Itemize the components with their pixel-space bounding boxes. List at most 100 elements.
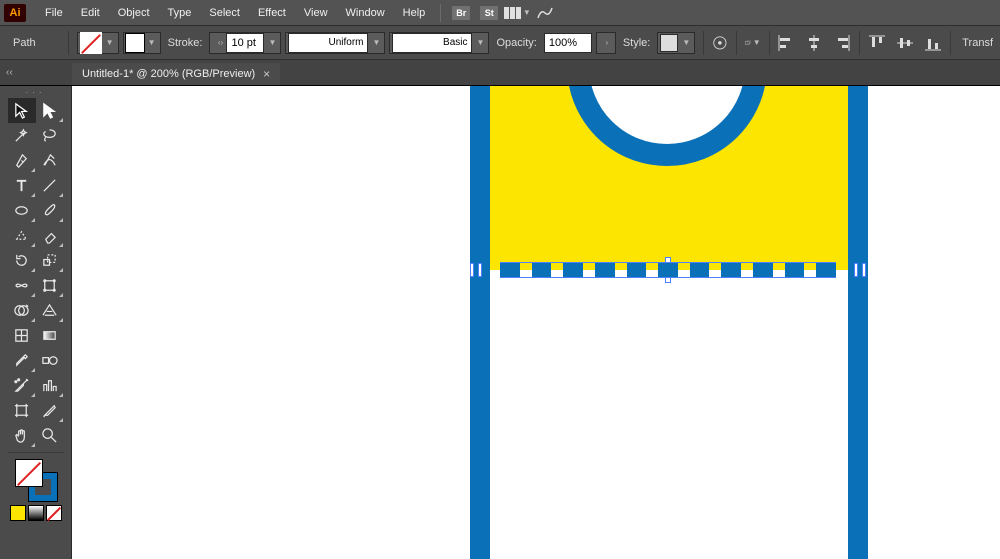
menu-view[interactable]: View: [295, 0, 337, 25]
tools-panel: ···: [0, 86, 72, 559]
opacity-more[interactable]: ›: [596, 32, 616, 54]
stroke-label: Stroke:: [168, 37, 203, 49]
selection-handle[interactable]: [665, 277, 671, 283]
separator: [736, 31, 737, 55]
tab-overflow[interactable]: ‹‹: [0, 60, 72, 85]
eyedropper-tool[interactable]: [8, 348, 36, 373]
line-segment-tool[interactable]: [36, 173, 64, 198]
shape-builder-tool[interactable]: [8, 298, 36, 323]
align-bottom-icon[interactable]: [924, 34, 942, 52]
path-end-handle[interactable]: [470, 263, 474, 277]
scale-tool[interactable]: [36, 248, 64, 273]
menu-help[interactable]: Help: [394, 0, 435, 25]
color-mode-none[interactable]: [46, 505, 62, 521]
canvas[interactable]: [72, 86, 1000, 559]
selected-dashed-path[interactable]: [470, 260, 866, 280]
graphic-style[interactable]: ▼: [657, 32, 695, 54]
tool-grid: [8, 98, 64, 448]
eraser-tool[interactable]: [36, 223, 64, 248]
gpu-preview-icon[interactable]: [534, 4, 556, 22]
rotate-tool[interactable]: [8, 248, 36, 273]
variable-width-profile[interactable]: Uniform ▼: [285, 32, 385, 54]
document-tab[interactable]: Untitled-1* @ 200% (RGB/Preview) ×: [72, 63, 280, 85]
paintbrush-tool[interactable]: [36, 198, 64, 223]
opacity-label: Opacity:: [496, 37, 536, 49]
path-end-handle[interactable]: [854, 263, 858, 277]
menu-file[interactable]: File: [36, 0, 72, 25]
stroke-swatch[interactable]: ▼: [123, 32, 161, 54]
style-label: Style:: [623, 37, 651, 49]
menu-bar: Ai File Edit Object Type Select Effect V…: [0, 0, 1000, 26]
selection-tool[interactable]: [8, 98, 36, 123]
chevron-down-icon[interactable]: ▼: [266, 38, 278, 47]
menu-effect[interactable]: Effect: [249, 0, 295, 25]
chevron-updown-icon[interactable]: ‹›: [214, 38, 226, 47]
lasso-tool[interactable]: [36, 123, 64, 148]
slice-tool[interactable]: [36, 398, 64, 423]
right-blue-bar: [848, 86, 868, 559]
curvature-tool[interactable]: [36, 148, 64, 173]
app-logo[interactable]: Ai: [4, 4, 26, 22]
recolor-artwork-icon[interactable]: [712, 34, 728, 52]
brush-definition[interactable]: Basic ▼: [389, 32, 489, 54]
mesh-tool[interactable]: [8, 323, 36, 348]
color-mode-gradient[interactable]: [28, 505, 44, 521]
column-graph-tool[interactable]: [36, 373, 64, 398]
width-profile-label: Uniform: [288, 33, 368, 53]
close-tab-icon[interactable]: ×: [263, 67, 270, 81]
artwork: [72, 86, 1000, 559]
stock-icon[interactable]: St: [478, 4, 500, 22]
type-tool[interactable]: [8, 173, 36, 198]
ellipse-tool[interactable]: [8, 198, 36, 223]
align-right-icon[interactable]: [833, 34, 851, 52]
shaper-tool[interactable]: [8, 223, 36, 248]
fill-swatch[interactable]: ▼: [77, 32, 119, 54]
path-end-handle[interactable]: [478, 263, 482, 277]
valign-buttons: [868, 34, 942, 52]
stroke-weight-field[interactable]: 10 pt: [226, 33, 264, 53]
stroke-weight-stepper[interactable]: ‹› 10 pt ▼: [209, 32, 281, 54]
fill-stroke-indicator[interactable]: [15, 459, 57, 501]
selection-type-label: Path: [7, 37, 57, 49]
menu-window[interactable]: Window: [337, 0, 394, 25]
menu-type[interactable]: Type: [159, 0, 201, 25]
color-mode-solid[interactable]: [10, 505, 26, 521]
gradient-tool[interactable]: [36, 323, 64, 348]
separator: [68, 31, 69, 55]
workspace: ···: [0, 86, 1000, 559]
separator: [440, 4, 441, 22]
transform-label[interactable]: Transf: [962, 37, 993, 49]
stroke-color-icon: [126, 34, 144, 52]
opacity-field[interactable]: 100%: [544, 33, 592, 53]
align-to-icon[interactable]: ▼: [745, 34, 761, 52]
panel-collapse-handle[interactable]: ···: [0, 88, 71, 96]
left-blue-bar: [470, 86, 490, 559]
width-tool[interactable]: [8, 273, 36, 298]
artboard-tool[interactable]: [8, 398, 36, 423]
magic-wand-tool[interactable]: [8, 123, 36, 148]
align-top-icon[interactable]: [868, 34, 886, 52]
free-transform-tool[interactable]: [36, 273, 64, 298]
path-end-handle[interactable]: [862, 263, 866, 277]
align-center-h-icon[interactable]: [805, 34, 823, 52]
perspective-grid-tool[interactable]: [36, 298, 64, 323]
control-bar: Path ▼ ▼ Stroke: ‹› 10 pt ▼ Uniform ▼ Ba…: [0, 26, 1000, 60]
hand-tool[interactable]: [8, 423, 36, 448]
style-swatch: [660, 34, 678, 52]
menu-select[interactable]: Select: [200, 0, 249, 25]
align-center-v-icon[interactable]: [896, 34, 914, 52]
selection-handle[interactable]: [665, 257, 671, 263]
menu-object[interactable]: Object: [109, 0, 159, 25]
no-fill-icon: [80, 32, 102, 54]
fill-large-swatch[interactable]: [15, 459, 43, 487]
bridge-icon[interactable]: Br: [450, 4, 472, 22]
direct-selection-tool[interactable]: [36, 98, 64, 123]
zoom-tool[interactable]: [36, 423, 64, 448]
arrange-documents-icon[interactable]: ▼: [506, 4, 528, 22]
pen-tool[interactable]: [8, 148, 36, 173]
menu-edit[interactable]: Edit: [72, 0, 109, 25]
document-tab-title: Untitled-1* @ 200% (RGB/Preview): [82, 68, 255, 80]
blend-tool[interactable]: [36, 348, 64, 373]
symbol-sprayer-tool[interactable]: [8, 373, 36, 398]
align-left-icon[interactable]: [777, 34, 795, 52]
